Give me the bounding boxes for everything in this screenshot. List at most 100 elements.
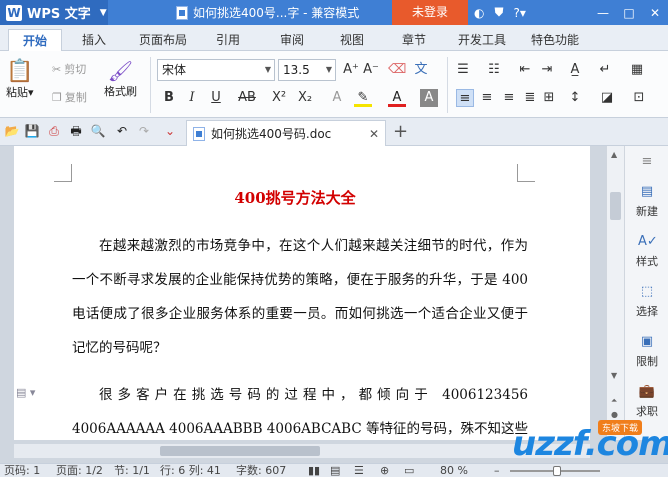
skin-icon[interactable]: ◐ (474, 6, 484, 20)
format-painter-button[interactable]: 🖌 格式刷 (104, 59, 137, 99)
shading-icon[interactable]: ◪ (598, 89, 616, 107)
underline-icon[interactable]: U (207, 89, 225, 107)
italic-icon[interactable]: I (183, 89, 201, 107)
align-right-icon[interactable]: ≡ (500, 89, 518, 107)
bold-icon[interactable]: B (160, 89, 178, 107)
open-icon[interactable]: 📂 (4, 123, 20, 139)
view-mode-icon[interactable]: ▮▮ (308, 464, 320, 477)
help-icon[interactable]: ?▾ (514, 6, 526, 20)
chinese-layout-icon[interactable]: A̲ (566, 61, 584, 79)
task-styles[interactable]: A✓ 样式 (625, 234, 668, 269)
task-restrict[interactable]: ▣ 限制 (625, 334, 668, 369)
bullets-icon[interactable]: ☰ (454, 61, 472, 79)
undo-icon[interactable]: ↶ (114, 123, 130, 139)
web-view-icon[interactable]: ⊕ (380, 464, 389, 477)
document-icon (193, 126, 205, 141)
clipboard-icon: 📋 (6, 59, 34, 84)
outline-view-icon[interactable]: ☰ (354, 464, 364, 477)
divider (447, 57, 448, 113)
font-color-icon[interactable]: A (388, 89, 406, 107)
tab-special[interactable]: 特色功能 (531, 29, 579, 51)
status-zoom[interactable]: 80 % (440, 464, 468, 477)
font-size-select[interactable]: 13.5 ▼ (278, 59, 336, 81)
font-name-select[interactable]: 宋体 ▼ (157, 59, 275, 81)
copy-button[interactable]: ❐ 复制 (52, 89, 87, 105)
new-tab-icon[interactable]: + (393, 121, 408, 142)
show-marks-icon[interactable]: ↵ (596, 61, 614, 79)
tab-review[interactable]: 审阅 (280, 29, 304, 51)
phonetic-icon[interactable]: 文 (412, 61, 430, 79)
quick-access-more-icon[interactable]: ⌄ (162, 123, 178, 139)
tab-home[interactable]: 开始 (8, 29, 63, 51)
chevron-down-icon: ▼ (99, 7, 107, 18)
paragraph-handle-icon[interactable]: ▤ ▾ (16, 386, 35, 399)
numbering-icon[interactable]: ☷ (485, 61, 503, 79)
strikethrough-icon[interactable]: AB (238, 89, 256, 107)
close-tab-icon[interactable]: ✕ (369, 127, 379, 141)
line-spacing-icon[interactable]: ↕ (566, 89, 584, 107)
shrink-font-icon[interactable]: A⁻ (362, 61, 380, 79)
select-icon: ⬚ (640, 284, 654, 299)
highlight-icon[interactable]: ✎ (354, 89, 372, 107)
task-panel-collapse[interactable]: ≡ (625, 154, 668, 173)
clear-format-icon[interactable]: ⌫ (388, 61, 406, 79)
document-tab[interactable]: 如何挑选400号码.doc ✕ (186, 120, 386, 146)
minimize-button[interactable]: — (590, 0, 616, 25)
status-word-count[interactable]: 字数: 607 (236, 464, 286, 477)
task-job[interactable]: 💼 求职 (625, 384, 668, 419)
ribbon-tabs: 开始 插入 页面布局 引用 审阅 视图 章节 开发工具 特色功能 (0, 25, 668, 51)
reading-view-icon[interactable]: ▭ (404, 464, 414, 477)
paste-button[interactable]: 📋 粘贴▾ (6, 59, 34, 100)
prev-page-icon[interactable]: ⏶ (611, 396, 617, 406)
subscript-icon[interactable]: X₂ (296, 89, 314, 107)
tab-references[interactable]: 引用 (216, 29, 240, 51)
distributed-icon[interactable]: ⊞ (540, 89, 558, 107)
maximize-button[interactable]: □ (616, 0, 642, 25)
shirt-icon[interactable]: ⛊ (494, 5, 503, 20)
cut-button[interactable]: ✂ 剪切 (52, 61, 86, 77)
tab-page-layout[interactable]: 页面布局 (139, 29, 187, 51)
document-tab-title: 如何挑选400号码.doc (211, 127, 332, 141)
align-left-icon[interactable]: ≡ (456, 89, 474, 107)
scroll-down-icon[interactable]: ▼ (611, 371, 617, 380)
status-page-number[interactable]: 页码: 1 (4, 464, 40, 477)
styles-icon: A✓ (638, 234, 658, 249)
text-effect-icon[interactable]: A (328, 89, 346, 107)
zoom-slider-knob[interactable] (553, 466, 561, 476)
app-name: WPS 文字 (27, 7, 91, 22)
tab-developer[interactable]: 开发工具 (458, 29, 506, 51)
margin-corner-mark (54, 164, 72, 182)
char-shading-icon[interactable]: A (420, 89, 438, 107)
horizontal-scroll-thumb[interactable] (160, 446, 320, 456)
increase-indent-icon[interactable]: ⇥ (538, 61, 556, 79)
new-doc-icon: ▤ (640, 184, 654, 199)
export-pdf-icon[interactable]: ⎙ (46, 123, 62, 139)
briefcase-icon: 💼 (638, 384, 656, 399)
save-icon[interactable]: 💾 (24, 123, 40, 139)
brush-icon: 🖌 (107, 59, 134, 83)
restrict-icon: ▣ (640, 334, 654, 349)
decrease-indent-icon[interactable]: ⇤ (516, 61, 534, 79)
login-button[interactable]: 未登录 (392, 0, 468, 25)
superscript-icon[interactable]: X² (270, 89, 288, 107)
table-icon[interactable]: ▦ (628, 61, 646, 79)
print-icon[interactable]: 🖶 (68, 123, 84, 139)
app-menu-button[interactable]: W WPS 文字 ▼ (0, 0, 108, 25)
print-preview-icon[interactable]: 🔍 (90, 123, 106, 139)
grow-font-icon[interactable]: A⁺ (342, 61, 360, 79)
tab-insert[interactable]: 插入 (82, 29, 106, 51)
tab-chapter[interactable]: 章节 (402, 29, 426, 51)
scroll-thumb[interactable] (610, 192, 621, 220)
close-button[interactable]: ✕ (642, 0, 668, 25)
page-view-icon[interactable]: ▤ (330, 464, 340, 477)
vertical-scrollbar[interactable]: ▲ ▼ ⏶ ● ⏷ (606, 146, 624, 440)
task-select[interactable]: ⬚ 选择 (625, 284, 668, 319)
scroll-up-icon[interactable]: ▲ (611, 150, 617, 159)
align-center-icon[interactable]: ≡ (478, 89, 496, 107)
borders-icon[interactable]: ⊡ (630, 89, 648, 107)
redo-icon[interactable]: ↷ (136, 123, 152, 139)
task-new[interactable]: ▤ 新建 (625, 184, 668, 219)
tab-view[interactable]: 视图 (340, 29, 364, 51)
justify-icon[interactable]: ≣ (521, 89, 539, 107)
status-row-col: 行: 6 列: 41 (160, 464, 221, 477)
